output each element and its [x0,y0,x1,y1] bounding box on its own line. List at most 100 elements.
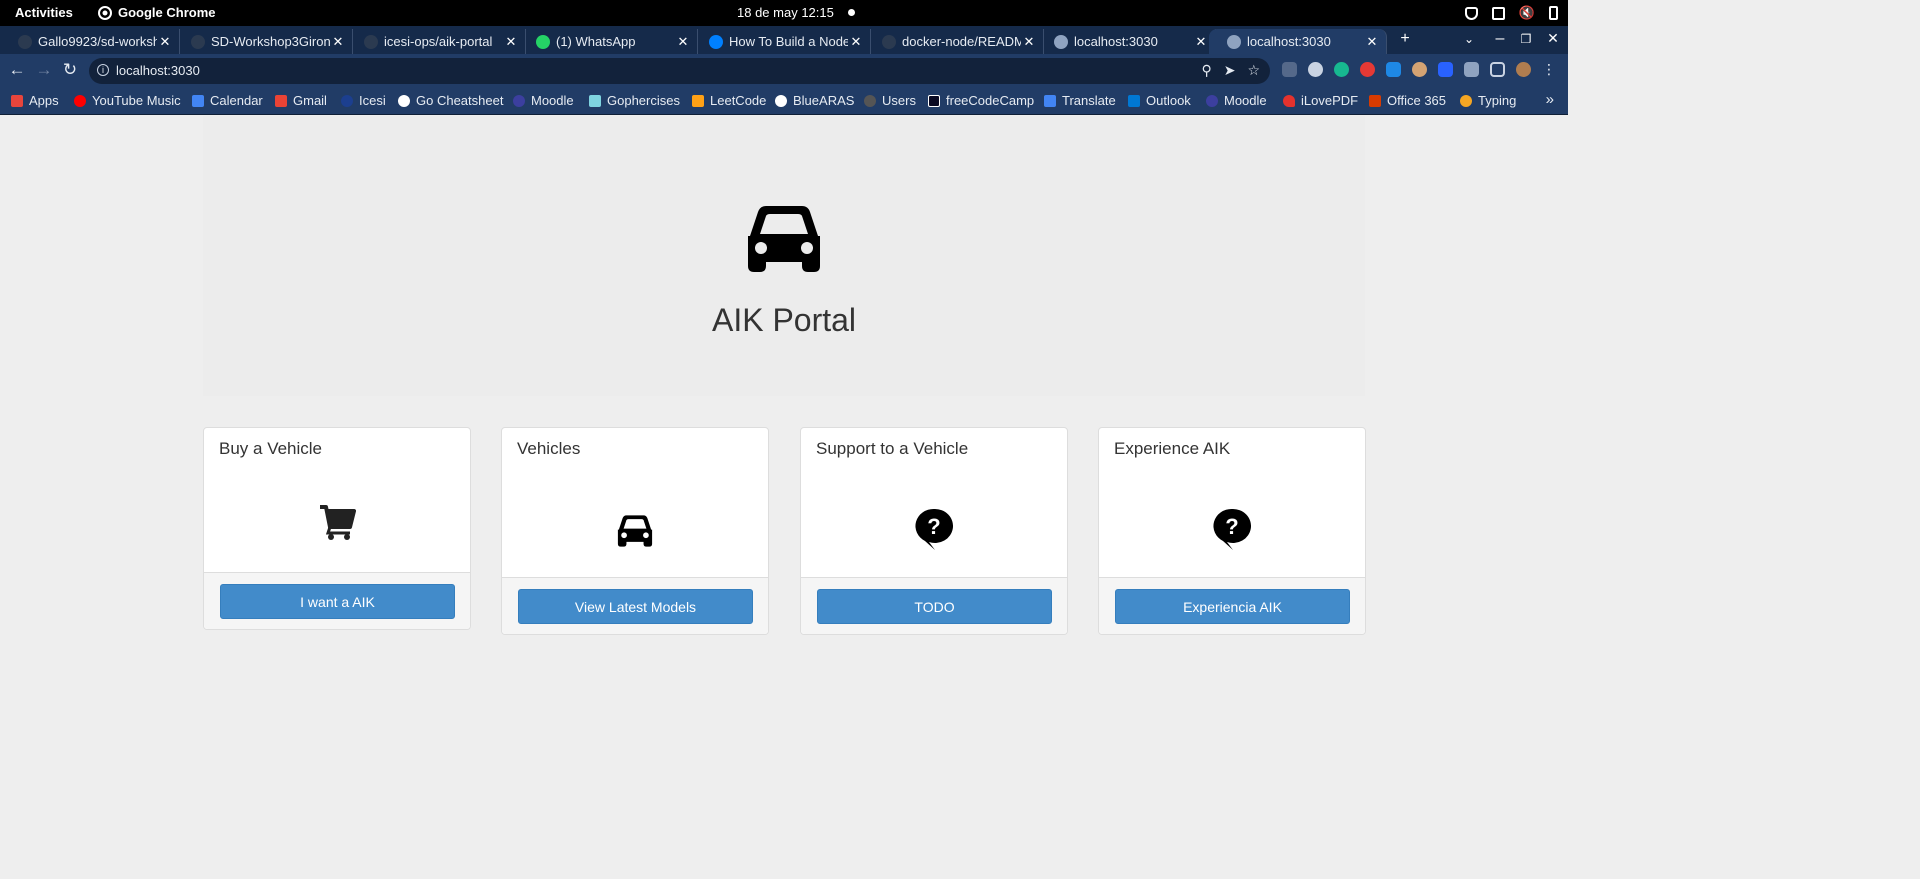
close-window-icon[interactable]: ✕ [1543,30,1563,47]
bookmark-bluearas[interactable]: BlueARAS [775,93,854,108]
sidebar-icon[interactable] [1490,62,1505,77]
tab[interactable]: (1) WhatsApp ✕ [518,29,698,54]
bookmark-label: Calendar [210,93,263,108]
bluearas-icon [775,94,787,107]
more-bookmarks-icon[interactable]: » [1546,91,1554,108]
minimize-icon[interactable]: – [1490,30,1510,48]
back-icon[interactable]: ← [6,60,28,80]
tab-label: (1) WhatsApp [556,34,636,49]
info-icon[interactable]: i [97,64,109,76]
card-footer: I want a AIK [204,572,470,629]
card-icon-area [502,514,768,548]
extension-face-icon[interactable] [1412,62,1427,77]
battery-icon[interactable] [1549,6,1558,20]
bookmark-gmail[interactable]: Gmail [275,93,327,108]
lightbulb-icon[interactable] [1308,62,1323,77]
bookmark-label: Gmail [293,93,327,108]
menu-icon[interactable]: ⋮ [1542,62,1556,77]
bookmark-typing[interactable]: Typing [1460,93,1516,108]
close-icon[interactable]: ✕ [675,34,691,50]
tab[interactable]: localhost:3030 ✕ [1036,29,1216,54]
view-latest-models-button[interactable]: View Latest Models [518,589,753,624]
tab-label: SD-Workshop3Girona [211,34,330,49]
url-text[interactable]: localhost:3030 [116,63,200,78]
close-icon[interactable]: ✕ [503,34,519,50]
bookmark-moodle-2[interactable]: Moodle [1206,93,1267,108]
card-support-vehicle: Support to a Vehicle ? TODO [800,427,1068,635]
send-icon[interactable]: ➤ [1224,62,1236,79]
moodle-icon [1206,94,1218,107]
screen-icon[interactable] [1491,6,1505,20]
experiencia-aik-button[interactable]: Experiencia AIK [1115,589,1350,624]
tab[interactable]: docker-node/README ✕ [864,29,1044,54]
shield-icon[interactable] [1464,6,1478,20]
clock[interactable]: 18 de may 12:15 [737,5,834,20]
close-icon[interactable]: ✕ [1021,34,1037,50]
forward-icon[interactable]: → [33,60,55,80]
apps-grid-icon [11,94,23,107]
bookmark-label: LeetCode [710,93,767,108]
close-icon[interactable]: ✕ [330,34,346,50]
card-icon-area [204,503,470,541]
bookmark-icesi[interactable]: Icesi [341,93,386,108]
i-want-aik-button[interactable]: I want a AIK [220,584,455,619]
bookmark-label: Moodle [1224,93,1267,108]
bookmarks-bar: Apps YouTube Music Calendar Gmail Icesi … [0,88,1568,115]
bookmark-youtube-music[interactable]: YouTube Music [74,93,181,108]
system-tray[interactable]: 🔇 [1464,5,1558,21]
restore-icon[interactable]: ❐ [1516,32,1536,46]
todo-button[interactable]: TODO [817,589,1052,624]
mute-icon[interactable]: 🔇 [1519,5,1535,21]
extension-red-icon[interactable] [1360,62,1375,77]
bookmark-apps[interactable]: Apps [11,93,59,108]
card-footer: TODO [801,577,1067,634]
shopping-cart-icon [320,505,356,540]
bookmark-go-cheatsheet[interactable]: Go Cheatsheet [398,93,503,108]
tab-active[interactable]: localhost:3030 ✕ [1209,29,1387,54]
bookmark-freecodecamp[interactable]: freeCodeCamp [928,93,1034,108]
extension-icon[interactable] [1282,62,1297,77]
bookmark-users[interactable]: Users [864,93,916,108]
zoom-icon[interactable]: ⚲ [1201,62,1211,79]
bookmark-label: iLovePDF [1301,93,1359,108]
extension-m-icon[interactable] [1334,62,1349,77]
whatsapp-icon [536,34,550,49]
close-icon[interactable]: ✕ [1364,34,1380,50]
github-icon [191,34,205,49]
puzzle-icon[interactable] [1464,62,1479,77]
card-footer: Experiencia AIK [1099,577,1365,634]
extension-s-icon[interactable] [1438,62,1453,77]
close-icon[interactable]: ✕ [848,34,864,50]
bookmark-ilovepdf[interactable]: iLovePDF [1283,93,1358,108]
address-bar[interactable]: i localhost:3030 ⚲ ➤ ☆ [89,58,1270,84]
bookmark-calendar[interactable]: Calendar [192,93,263,108]
tab-label: localhost:3030 [1074,34,1158,49]
tab-strip: Gallo9923/sd-worksh ✕ SD-Workshop3Girona… [0,26,1568,54]
avatar[interactable] [1516,62,1531,77]
tab-search-icon[interactable]: ⌄ [1459,32,1479,46]
browser-toolbar: ← → ↻ i localhost:3030 ⚲ ➤ ☆ ⋮ [0,54,1568,88]
reload-icon[interactable]: ↻ [59,60,81,80]
tab-label: How To Build a Node [729,34,848,49]
extensions-area: ⋮ [1282,62,1556,77]
bookmark-gophercises[interactable]: Gophercises [589,93,680,108]
bookmark-moodle[interactable]: Moodle [513,93,574,108]
tab[interactable]: Gallo9923/sd-worksh ✕ [0,29,180,54]
tab[interactable]: How To Build a Node ✕ [691,29,871,54]
tab[interactable]: SD-Workshop3Girona ✕ [173,29,353,54]
activities-button[interactable]: Activities [15,5,73,20]
card-experience-aik: Experience AIK ? Experiencia AIK [1098,427,1366,635]
digitalocean-icon [709,34,723,49]
star-icon[interactable]: ☆ [1247,62,1260,79]
bookmark-outlook[interactable]: Outlook [1128,93,1191,108]
close-icon[interactable]: ✕ [1193,34,1209,50]
extension-blue-icon[interactable] [1386,62,1401,77]
close-icon[interactable]: ✕ [157,34,173,50]
new-tab-button[interactable]: + [1395,30,1415,48]
bookmark-leetcode[interactable]: LeetCode [692,93,766,108]
tab[interactable]: icesi-ops/aik-portal ✕ [346,29,526,54]
bookmark-translate[interactable]: Translate [1044,93,1116,108]
bookmark-office-365[interactable]: Office 365 [1369,93,1446,108]
card-title: Experience AIK [1114,439,1231,458]
app-menu[interactable]: Google Chrome [98,5,216,20]
